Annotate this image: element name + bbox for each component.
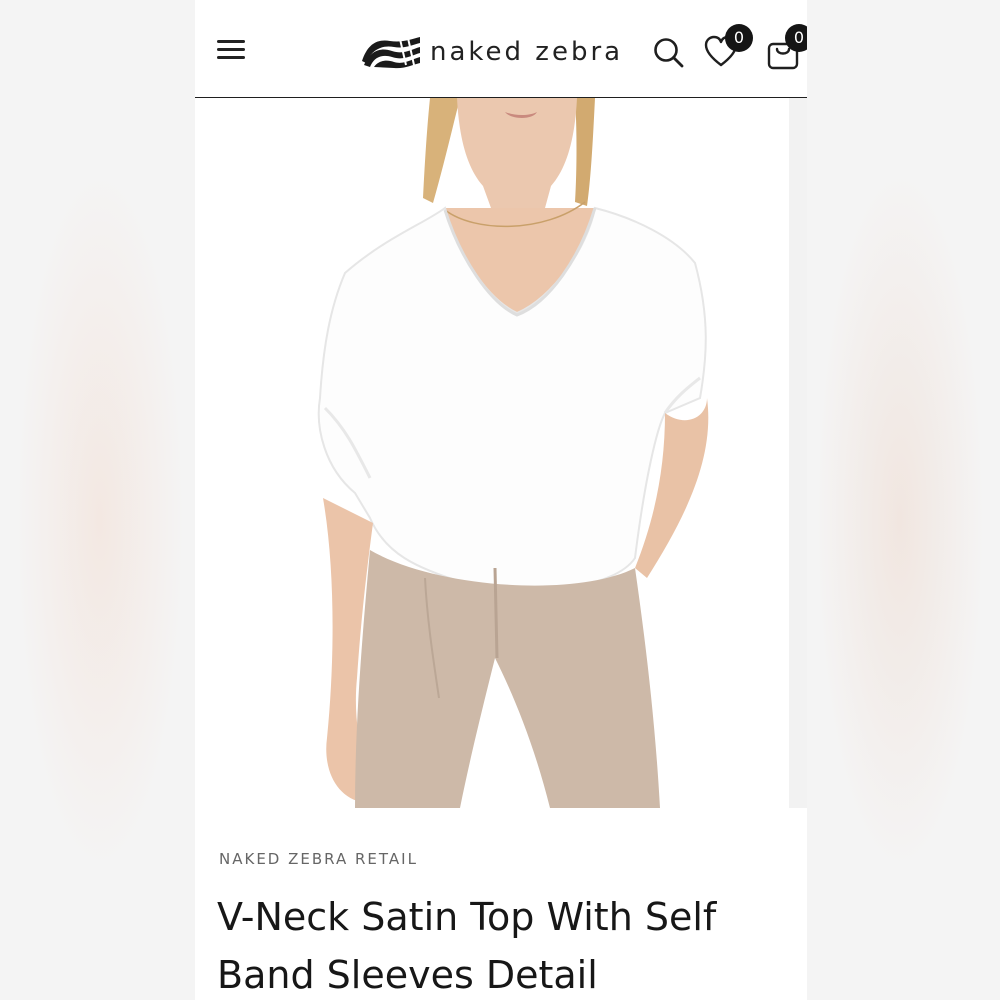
next-image-peek[interactable] — [789, 98, 807, 808]
cart-count-badge: 0 — [785, 24, 807, 52]
mobile-page: naked zebra 0 0 NAKED ZEBRA RETAIL V-Nec… — [195, 0, 807, 1000]
brand-name: naked zebra — [430, 37, 624, 67]
search-icon — [654, 38, 684, 68]
product-vendor[interactable]: NAKED ZEBRA RETAIL — [219, 850, 418, 868]
product-title: V-Neck Satin Top With Self Band Sleeves … — [217, 895, 717, 997]
zebra-logo-icon — [360, 35, 422, 69]
wishlist-count-badge: 0 — [725, 24, 753, 52]
brand-logo[interactable]: naked zebra — [360, 32, 623, 72]
search-button[interactable] — [652, 36, 686, 70]
site-header: naked zebra 0 0 — [195, 4, 807, 99]
product-image[interactable] — [195, 98, 789, 808]
menu-button[interactable] — [217, 38, 247, 64]
model-wearing-top-photo — [195, 98, 789, 808]
hamburger-icon — [217, 40, 245, 43]
